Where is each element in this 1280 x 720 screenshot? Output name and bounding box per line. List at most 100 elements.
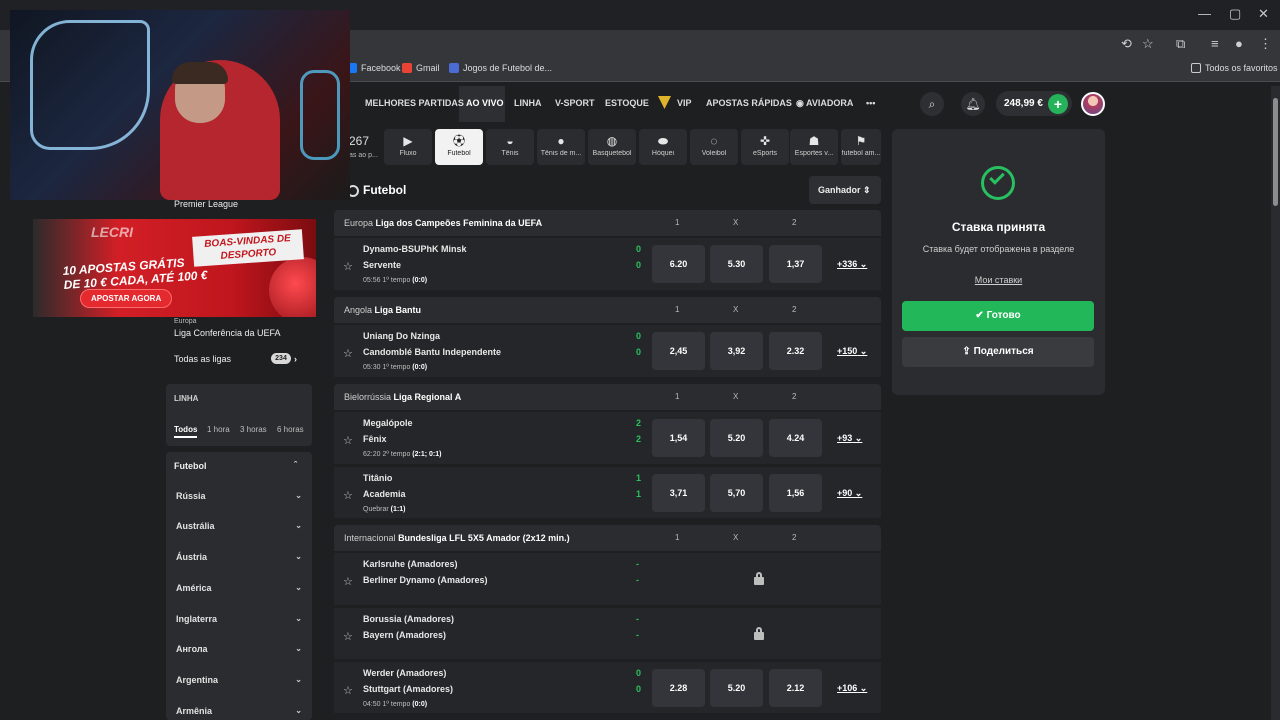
sidebar-premier-league[interactable]: Premier League [174,199,238,209]
country-item[interactable]: Rússia ⌄ [176,491,304,501]
deposit-plus-button[interactable]: + [1048,94,1068,114]
country-item[interactable]: América ⌄ [176,583,304,593]
odd-2[interactable]: 4.24 [769,419,822,457]
extensions-icon[interactable]: ⧉ [1176,36,1185,52]
odd-2[interactable]: 2.12 [769,669,822,707]
bookmark-all-favorites[interactable]: Todos os favoritos [1191,63,1278,73]
tab-basketball[interactable]: ◍ Basquetebol [588,129,636,165]
tab-stream[interactable]: ▶ Fluxo [384,129,432,165]
chevron-up-icon[interactable]: ˆ [294,460,297,470]
tab-football[interactable]: ⚽︎ Futebol [435,129,483,165]
nav-vip[interactable]: VIP [677,98,692,108]
nav-vsport[interactable]: V-SPORT [555,98,595,108]
tab-table-tennis[interactable]: ● Tênis de m... [537,129,585,165]
filter-3h[interactable]: 3 horas [240,425,267,434]
filter-6h[interactable]: 6 horas [277,425,304,434]
nav-fast-bets[interactable]: APOSTAS RÁPIDAS [706,98,792,108]
odd-x[interactable]: 5.30 [710,245,763,283]
match-row[interactable]: ☆ Dynamo-BSUPhK Minsk Servente 05:56 1º … [334,238,881,290]
odd-1[interactable]: 6.20 [652,245,705,283]
star-icon[interactable]: ☆ [343,347,353,360]
star-icon[interactable]: ☆ [343,434,353,447]
bell-icon[interactable]: 🔔︎ [961,92,985,116]
avatar[interactable] [1081,92,1105,116]
tab-hockey[interactable]: ⬬ Hóquei [639,129,687,165]
odd-1[interactable]: 2,45 [652,332,705,370]
odd-x[interactable]: 5,70 [710,474,763,512]
country-item[interactable]: Áustria ⌄ [176,552,304,562]
nav-top-matches[interactable]: MELHORES PARTIDAS [365,98,464,108]
sidebar-conference-league[interactable]: Liga Conferência da UEFA [174,328,281,338]
promo-banner[interactable]: LECRI BOAS-VINDAS DE DESPORTO 10 APOSTAS… [33,219,316,317]
bookmark-jogos[interactable]: Jogos de Futebol de... [449,63,552,73]
league-header[interactable]: Europa Liga dos Campeões Feminina da UEF… [334,210,881,236]
country-item[interactable]: Argentina ⌄ [176,675,304,685]
match-row[interactable]: ☆ Werder (Amadores) Stuttgart (Amadores)… [334,661,881,713]
odd-1[interactable]: 2.28 [652,669,705,707]
star-icon[interactable]: ☆ [343,630,353,643]
share-button[interactable]: ⇪ Поделиться [902,337,1094,367]
star-icon[interactable]: ☆ [343,684,353,697]
match-row[interactable]: ☆ Karlsruhe (Amadores) Berliner Dynamo (… [334,553,881,605]
more-markets[interactable]: +93 ⌄ [837,433,862,444]
scrollbar-thumb[interactable] [1273,98,1278,206]
nav-live[interactable]: AO VIVO [466,98,504,108]
more-markets[interactable]: +106 ⌄ [837,683,867,694]
tab-esports[interactable]: ✜ eSports [741,129,789,165]
match-row[interactable]: ☆ Megalópole Fênix 62:20 2º tempo (2:1; … [334,412,881,464]
star-icon[interactable]: ☆ [1142,36,1154,52]
odd-1[interactable]: 1,54 [652,419,705,457]
odd-x[interactable]: 5.20 [710,419,763,457]
odd-2[interactable]: 1,37 [769,245,822,283]
match-row[interactable]: ☆ Uniang Do Nzinga Candomblé Bantu Indep… [334,325,881,377]
filter-1h[interactable]: 1 hora [207,425,230,434]
country-item[interactable]: Armênia ⌄ [176,706,304,716]
nav-more[interactable]: ••• [866,98,875,108]
translate-icon[interactable]: ⟲ [1121,36,1132,52]
close-icon[interactable]: ✕ [1258,6,1269,22]
more-markets[interactable]: +90 ⌄ [837,488,862,499]
country-item[interactable]: Inglaterra ⌄ [176,614,304,624]
filter-all[interactable]: Todos [174,425,198,438]
bookmark-gmail[interactable]: Gmail [402,63,440,73]
league-header[interactable]: Angola Liga Bantu 1 X 2 [334,297,881,323]
media-icon[interactable]: ≡ [1211,36,1219,51]
league-header[interactable]: Bielorrússia Liga Regional A 1 X 2 [334,384,881,410]
menu-icon[interactable]: ⋮ [1259,36,1272,52]
odd-x[interactable]: 5.20 [710,669,763,707]
tab-volleyball[interactable]: ◌ Voleibol [690,129,738,165]
live-count[interactable]: 267 [349,134,369,148]
sport-title[interactable]: Futebol [174,461,207,471]
sidebar-all-leagues[interactable]: Todas as ligas [174,354,231,364]
bookmark-facebook[interactable]: Facebook [347,63,401,73]
nav-line[interactable]: LINHA [514,98,542,108]
my-bets-link[interactable]: Мои ставки [892,275,1105,285]
match-row[interactable]: ☆ Borussia (Amadores) Bayern (Amadores) … [334,607,881,659]
search-icon[interactable]: ⌕ [920,92,944,116]
star-icon[interactable]: ☆ [343,260,353,273]
odd-2[interactable]: 1,56 [769,474,822,512]
nav-stock[interactable]: ESTOQUE [605,98,649,108]
star-icon[interactable]: ☆ [343,575,353,588]
minimize-icon[interactable]: — [1198,6,1211,21]
star-icon[interactable]: ☆ [343,489,353,502]
country-item[interactable]: Ангола ⌄ [176,644,304,654]
promo-cta-button[interactable]: APOSTAR AGORA [80,289,173,308]
maximize-icon[interactable]: ▢ [1229,6,1241,22]
odd-2[interactable]: 2.32 [769,332,822,370]
done-button[interactable]: ✔ Готово [902,301,1094,331]
league-header[interactable]: Internacional Bundesliga LFL 5X5 Amador … [334,525,881,551]
profile-icon[interactable]: ● [1235,36,1243,51]
match-row[interactable]: ☆ Titânio Academia Quebrar (1:1) 1 1 3,7… [334,466,881,518]
more-markets[interactable]: +336 ⌄ [837,259,867,270]
country-item[interactable]: Austrália ⌄ [176,521,304,531]
tab-virtual-sports[interactable]: ☗ Esportes v... [790,129,838,165]
tab-amateur-football[interactable]: ⚑ futebol am... [841,129,881,165]
sort-dropdown[interactable]: Ganhador ⇕ [809,176,881,204]
nav-aviator[interactable]: ◉ AVIADORA [796,98,853,109]
more-markets[interactable]: +150 ⌄ [837,346,867,357]
tab-tennis[interactable]: ◒ Tênis [486,129,534,165]
chevron-right-icon[interactable]: › [294,354,297,364]
odd-x[interactable]: 3,92 [710,332,763,370]
odd-1[interactable]: 3,71 [652,474,705,512]
